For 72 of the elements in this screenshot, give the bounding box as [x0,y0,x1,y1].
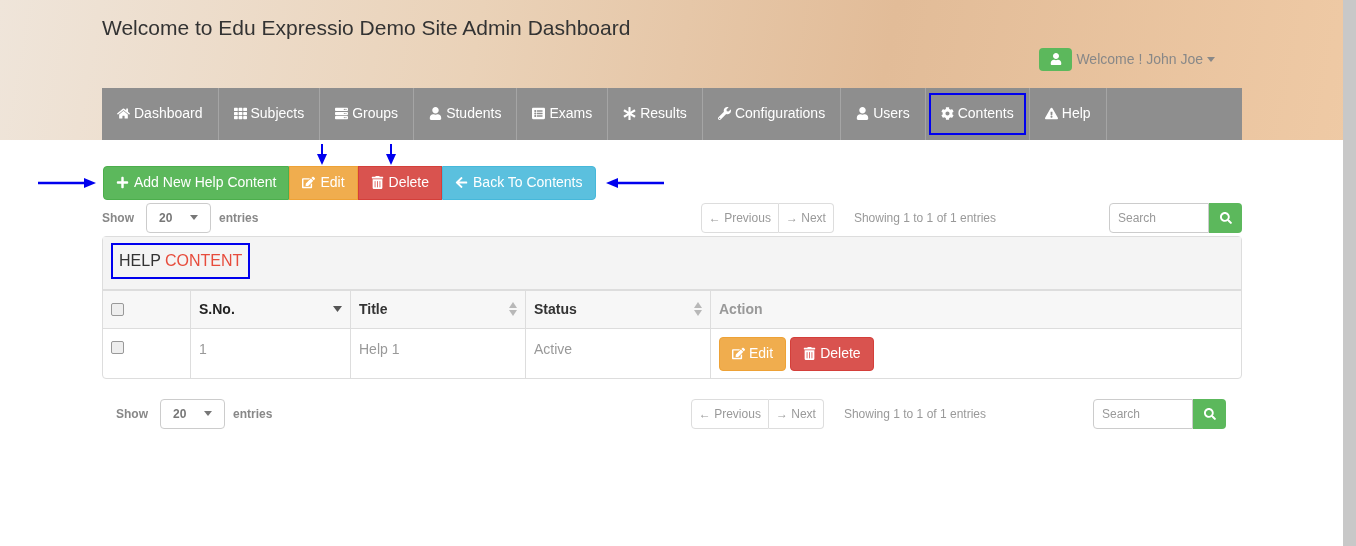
nav-tab[interactable]: Results [611,92,699,135]
column-header[interactable]: S.No. [199,298,235,320]
user-icon [1049,53,1062,65]
plus-icon [116,176,129,189]
row-action-button[interactable]: Delete [790,336,874,371]
sort-descending-icon[interactable] [333,306,342,312]
search-button[interactable] [1209,202,1242,233]
toolbar-button[interactable]: Delete [357,165,442,200]
nav-tab[interactable]: Students [417,92,514,135]
nav-tab[interactable]: Help [1032,92,1103,135]
nav-tab[interactable]: Exams [520,92,605,135]
select-all-checkbox[interactable] [111,302,124,316]
table-cell: Active [534,340,573,357]
toolbar-button[interactable]: Back To Contents [442,165,596,200]
column-header[interactable]: Title [359,298,388,320]
asterisk-icon [623,107,637,120]
entries-info: Showing 1 to 1 of 1 entries [843,405,986,423]
user-icon [856,107,870,120]
settings-icon [940,107,954,120]
edit-icon [302,176,316,189]
search-icon [1219,211,1232,224]
wrench-icon [717,107,731,120]
list-icon [532,107,546,120]
panel-title: HELP CONTENT [111,242,251,279]
table-cell: 1 [199,340,207,357]
nav-tab[interactable]: Users [844,92,922,135]
trash-icon [370,176,384,189]
next-button[interactable]: → Next [768,398,824,429]
previous-button[interactable]: ← Previous [690,398,769,429]
search-button[interactable] [1193,398,1226,429]
edit-icon [732,347,745,360]
nav-tab[interactable]: Contents [928,92,1026,135]
toolbar-button[interactable]: Edit [289,165,358,200]
next-button[interactable]: → Next [778,202,834,233]
page-size-select[interactable]: 20 [160,398,225,429]
user-icon [429,107,443,120]
row-checkbox[interactable] [111,340,124,354]
search-field[interactable]: Search [1093,398,1193,429]
home-icon [117,107,130,120]
column-header[interactable]: Status [534,298,577,320]
annotation-arrow [605,177,664,188]
warning-icon [1044,107,1058,120]
row-action-button[interactable]: Edit [719,336,787,371]
scrollbar[interactable] [1343,0,1356,546]
search-icon [1203,407,1216,420]
sort-icon[interactable] [694,302,702,316]
arrow-left-icon [455,176,468,189]
caret-icon[interactable] [1207,56,1215,62]
show-label: Show [102,209,134,227]
column-header[interactable]: Action [719,298,763,320]
page-title: Welcome to Edu Expressio Demo Site Admin Dashboard [102,15,632,41]
annotation-arrow [38,177,96,188]
nav-tab[interactable]: Configurations [705,92,838,135]
nav-tab[interactable]: Dashboard [105,92,215,135]
page-size-select[interactable]: 20 [146,202,211,233]
entries-info: Showing 1 to 1 of 1 entries [853,209,996,227]
sort-icon[interactable] [509,302,517,316]
entries-label: entries [233,405,273,423]
show-label: Show [116,405,148,423]
caret-icon[interactable] [190,215,198,220]
previous-button[interactable]: ← Previous [700,202,779,233]
toolbar-button[interactable]: Add New Help Content [103,165,290,200]
trash-icon [803,347,817,360]
grid-icon [233,107,247,120]
nav-tab[interactable]: Groups [323,92,411,135]
caret-icon[interactable] [204,411,212,416]
nav-tab[interactable]: Subjects [221,92,317,135]
server-icon [335,107,349,120]
user-menu[interactable]: Welcome ! John Joe [1039,47,1215,71]
search-field[interactable]: Search [1109,202,1209,233]
table-cell: Help 1 [359,340,400,357]
entries-label: entries [219,209,259,227]
